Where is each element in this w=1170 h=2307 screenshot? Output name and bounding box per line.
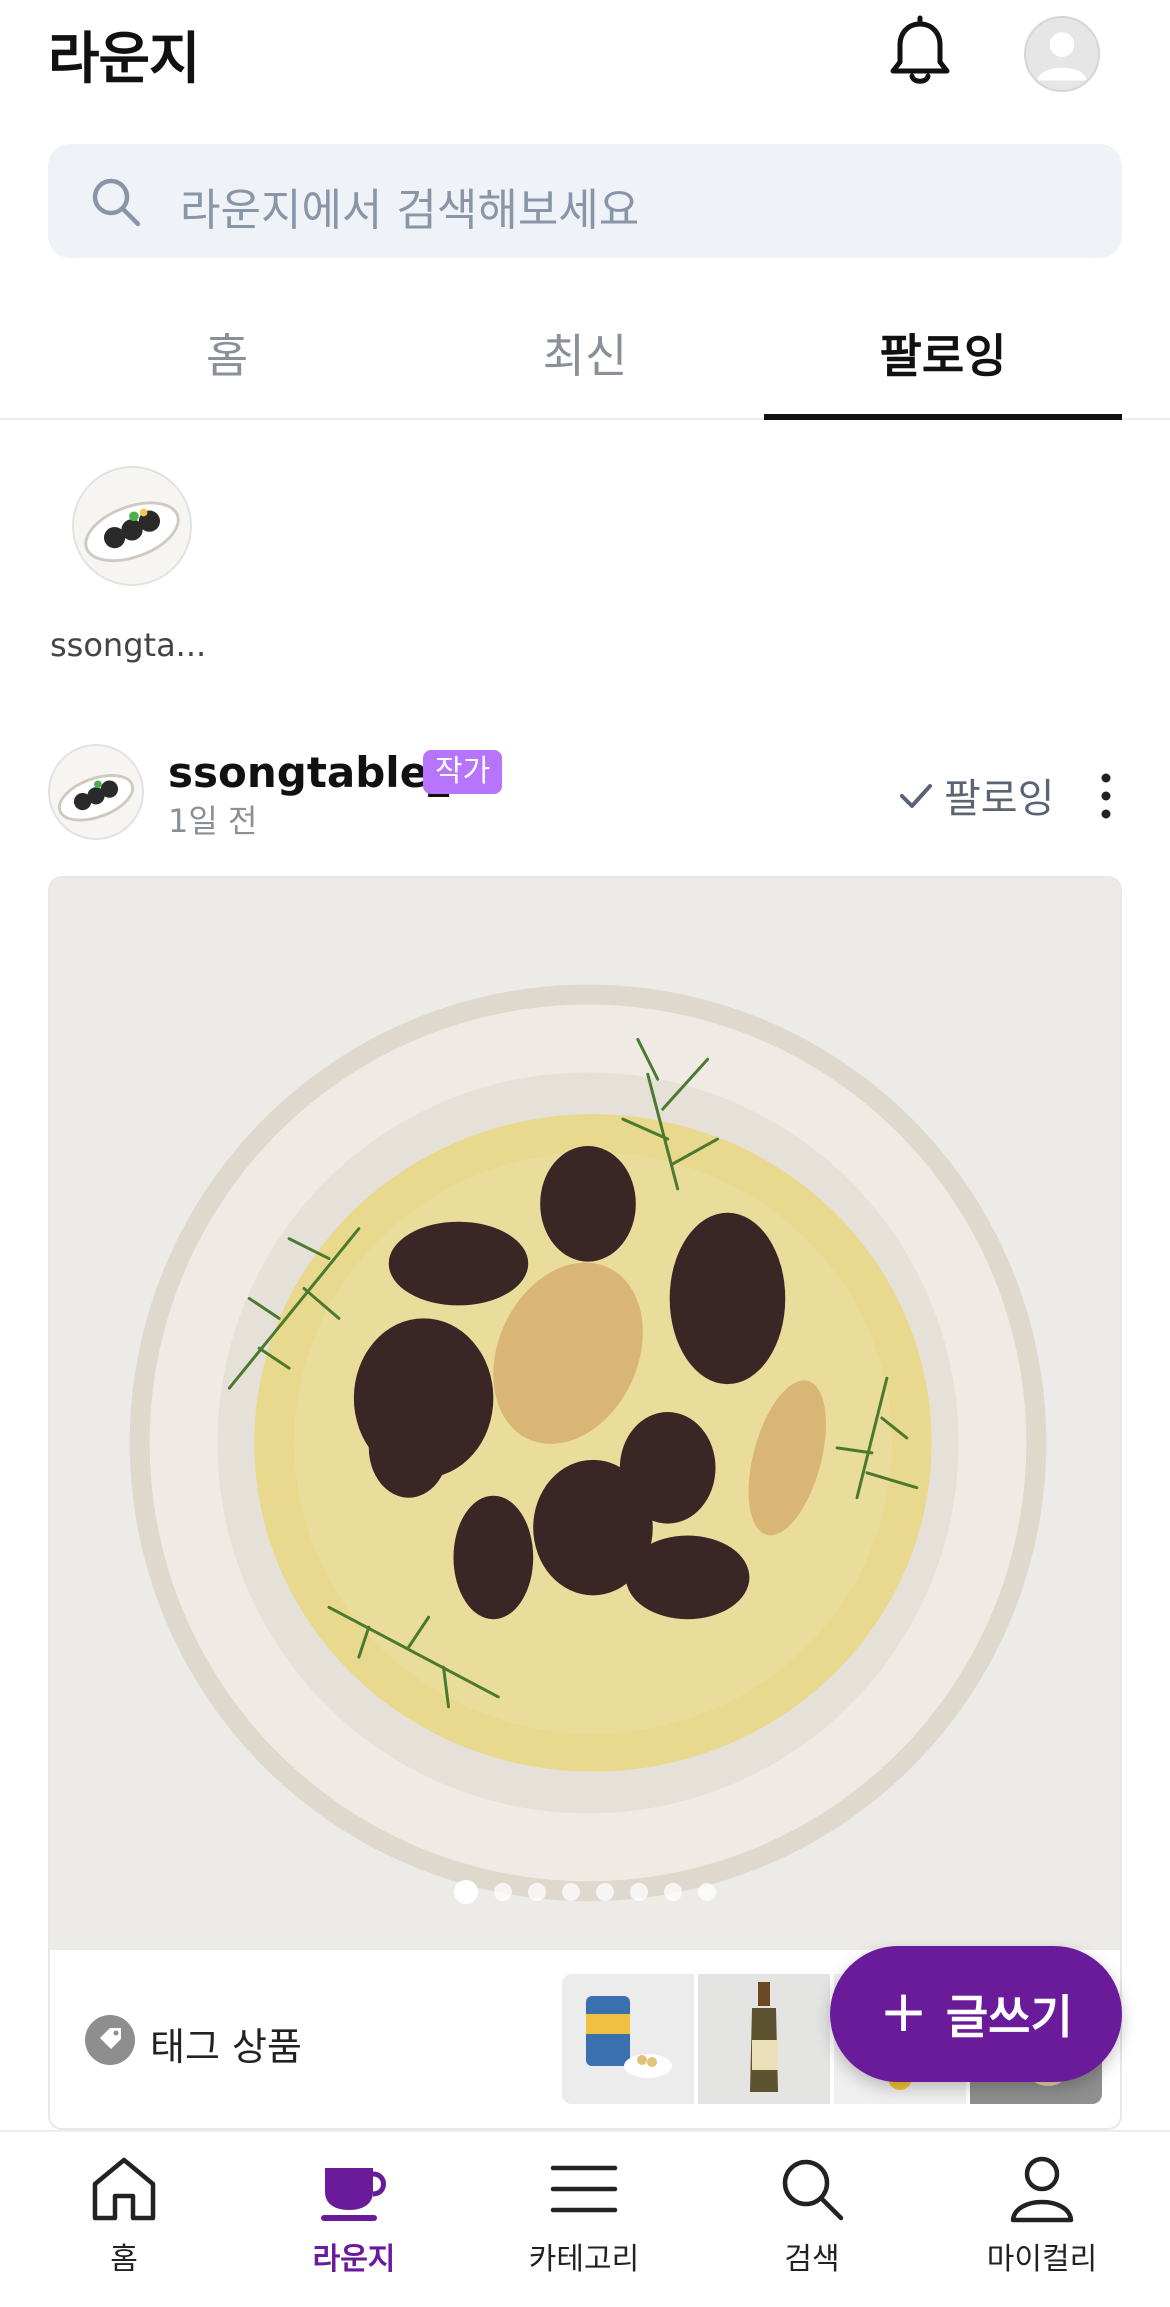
nav-category-label: 카테고리 xyxy=(528,2242,640,2277)
nav-my-kurly-label: 마이컬리 xyxy=(986,2242,1098,2277)
pagination-dot[interactable] xyxy=(454,1880,478,1904)
search-bar[interactable]: 라운지에서 검색해보세요 xyxy=(48,144,1122,258)
image-pagination[interactable] xyxy=(0,1880,1170,1910)
nav-lounge-label: 라운지 xyxy=(312,2242,396,2277)
pagination-dot[interactable] xyxy=(528,1883,546,1901)
nav-search-label: 검색 xyxy=(784,2242,840,2277)
author-avatar[interactable] xyxy=(48,744,144,840)
post-header: ssongtable_ 작가 1일 전 팔로잉 xyxy=(48,740,1122,840)
author-badge: 작가 xyxy=(423,750,503,794)
tag-products-label: 태그 상품 xyxy=(150,2025,302,2069)
product-thumbnail[interactable] xyxy=(698,1974,830,2104)
story-avatar[interactable] xyxy=(72,466,192,586)
pagination-dot[interactable] xyxy=(562,1883,580,1901)
search-icon xyxy=(782,2159,844,2221)
write-post-button[interactable]: + 글쓰기 xyxy=(830,1946,1122,2082)
tag-icon xyxy=(85,2015,135,2065)
pagination-dot[interactable] xyxy=(630,1883,648,1901)
search-icon xyxy=(92,178,141,227)
pagination-dot[interactable] xyxy=(664,1883,682,1901)
nav-home[interactable]: 홈 xyxy=(24,2152,224,2278)
nav-home-label: 홈 xyxy=(110,2242,138,2277)
coffee-cup-icon xyxy=(321,2168,386,2221)
following-button[interactable]: 팔로잉 xyxy=(896,766,1054,824)
post-image[interactable] xyxy=(48,876,1122,1950)
profile-avatar[interactable] xyxy=(1024,16,1100,92)
author-username[interactable]: ssongtable_ xyxy=(168,748,449,797)
tab-following[interactable]: 팔로잉 xyxy=(764,320,1122,386)
tab-latest[interactable]: 최신 xyxy=(406,320,764,386)
tab-active-indicator xyxy=(764,414,1122,420)
bell-icon[interactable] xyxy=(880,14,960,94)
header: 라운지 xyxy=(0,0,1170,110)
plus-icon: + xyxy=(879,1977,928,2045)
lounge-tabs: 홈 최신 팔로잉 xyxy=(0,290,1170,420)
person-icon xyxy=(1010,2156,1074,2223)
product-thumbnail[interactable] xyxy=(562,1974,694,2104)
page-title: 라운지 xyxy=(48,27,201,92)
tab-home[interactable]: 홈 xyxy=(48,320,406,386)
story-username: ssongta... xyxy=(50,626,207,664)
nav-search[interactable]: 검색 xyxy=(712,2152,912,2278)
write-post-label: 글쓰기 xyxy=(945,1990,1073,2044)
nav-my-kurly[interactable]: 마이컬리 xyxy=(942,2152,1142,2278)
search-input[interactable]: 라운지에서 검색해보세요 xyxy=(180,174,639,238)
nav-lounge[interactable]: 라운지 xyxy=(254,2152,454,2278)
following-label: 팔로잉 xyxy=(944,776,1055,822)
pagination-dot[interactable] xyxy=(698,1883,716,1901)
bottom-navigation: 홈 라운지 카테고리 검색 마이컬리 xyxy=(0,2130,1170,2307)
home-icon xyxy=(92,2157,156,2221)
check-icon xyxy=(900,784,932,808)
pagination-dot[interactable] xyxy=(596,1883,614,1901)
more-options-icon[interactable] xyxy=(1096,768,1116,824)
post-timestamp: 1일 전 xyxy=(168,802,258,840)
nav-category[interactable]: 카테고리 xyxy=(484,2152,684,2278)
menu-icon xyxy=(550,2165,618,2213)
pagination-dot[interactable] xyxy=(494,1883,512,1901)
